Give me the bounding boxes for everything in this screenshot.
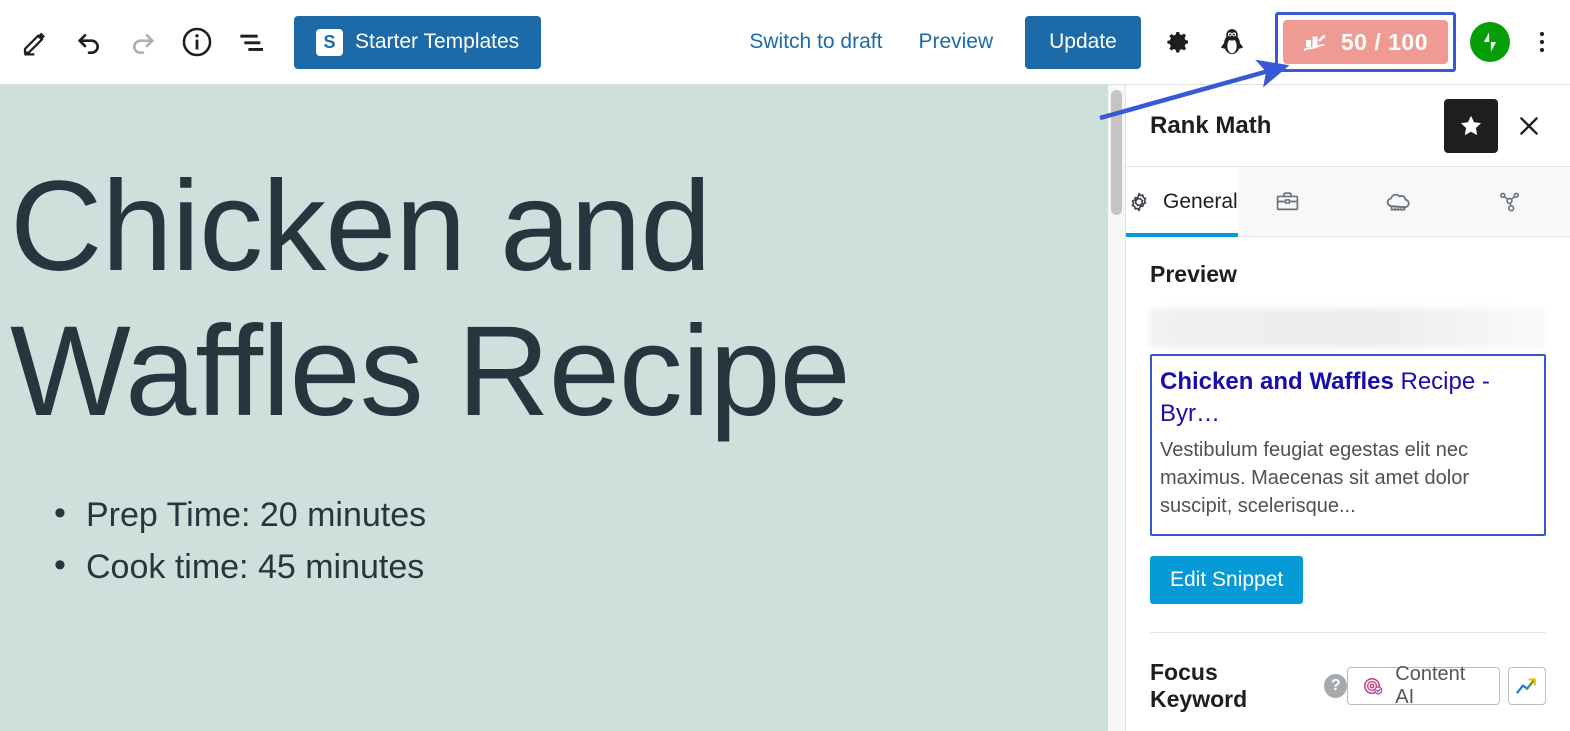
content-ai-label: Content AI — [1395, 663, 1466, 709]
seo-score-highlight-box: 50 / 100 — [1274, 12, 1456, 72]
editor-scrollbar-thumb[interactable] — [1111, 90, 1122, 215]
schema-nodes-icon — [1499, 192, 1519, 212]
close-icon[interactable] — [1504, 101, 1554, 151]
tab-general[interactable]: General — [1126, 167, 1238, 237]
info-icon[interactable] — [170, 15, 224, 69]
post-title[interactable]: Chicken and Waffles Recipe — [0, 155, 1108, 444]
starter-templates-logo-icon: S — [316, 28, 343, 56]
editor-scrollbar[interactable] — [1108, 85, 1125, 731]
switch-to-draft-button[interactable]: Switch to draft — [731, 20, 900, 64]
post-content-canvas[interactable]: Chicken and Waffles Recipe Prep Time: 20… — [0, 85, 1108, 731]
content-ai-button[interactable]: Content AI — [1347, 663, 1500, 708]
penguin-mascot-icon[interactable] — [1205, 15, 1259, 69]
gear-icon — [1131, 192, 1147, 211]
snippet-breadcrumb-placeholder — [1150, 308, 1546, 348]
preview-heading: Preview — [1150, 261, 1237, 287]
toolbar-right-group: Switch to draft Preview Update 50 / 100 — [731, 12, 1570, 72]
toolbar-left-group: S Starter Templates — [0, 15, 542, 69]
undo-icon[interactable] — [62, 15, 116, 69]
trending-up-icon[interactable] — [1507, 667, 1546, 706]
help-icon[interactable]: ? — [1324, 674, 1348, 699]
list-view-icon[interactable] — [224, 15, 278, 69]
tab-schema-nodes[interactable] — [1459, 167, 1570, 236]
briefcase-icon — [1276, 192, 1299, 211]
snippet-title-keyword: Chicken and Waffles — [1160, 368, 1394, 395]
update-button[interactable]: Update — [1025, 15, 1141, 69]
editor-top-toolbar: S Starter Templates Switch to draft Prev… — [0, 0, 1570, 85]
snippet-description: Vestibulum feugiat egestas elit nec maxi… — [1160, 439, 1470, 517]
preview-section: Preview Chicken and Waffles Recipe - Byr… — [1126, 237, 1570, 634]
chef-hat-icon — [1387, 193, 1410, 210]
edit-pencil-icon[interactable] — [8, 15, 62, 69]
seo-bar-chart-icon — [1303, 34, 1326, 51]
list-item[interactable]: Cook time: 45 minutes — [54, 540, 1108, 594]
rank-math-tab-bar: General — [1126, 167, 1570, 237]
tab-recipe-schema[interactable] — [1348, 167, 1459, 236]
starter-templates-button[interactable]: S Starter Templates — [294, 15, 542, 69]
gear-icon[interactable] — [1151, 15, 1205, 69]
rank-math-panel-title: Rank Math — [1150, 111, 1272, 139]
seo-score-value: 50 / 100 — [1340, 28, 1428, 55]
serp-snippet-preview[interactable]: Chicken and Waffles Recipe - Byr… Vestib… — [1150, 354, 1546, 537]
focus-keyword-label: Focus Keyword — [1150, 659, 1248, 713]
focus-keyword-header-row: Focus Keyword ? Content AI — [1126, 633, 1570, 713]
tab-advanced[interactable] — [1238, 167, 1349, 236]
redo-icon — [116, 15, 170, 69]
jetpack-icon[interactable] — [1470, 22, 1510, 62]
kebab-menu-icon[interactable] — [1520, 18, 1564, 66]
preview-button[interactable]: Preview — [900, 20, 1011, 64]
edit-snippet-button[interactable]: Edit Snippet — [1150, 556, 1304, 605]
post-details-list: Prep Time: 20 minutes Cook time: 45 minu… — [0, 488, 1108, 594]
rank-math-sidebar-panel: Rank Math General Preview Chicken and Wa… — [1125, 85, 1570, 731]
rank-math-panel-header: Rank Math — [1126, 85, 1570, 167]
wordpress-block-editor-screen: S Starter Templates Switch to draft Prev… — [0, 0, 1570, 731]
tab-general-label: General — [1163, 189, 1238, 213]
star-icon[interactable] — [1444, 98, 1498, 153]
snippet-title: Chicken and Waffles Recipe - Byr… — [1160, 366, 1536, 429]
starter-templates-label: Starter Templates — [355, 30, 520, 53]
list-item[interactable]: Prep Time: 20 minutes — [54, 488, 1108, 542]
seo-score-badge[interactable]: 50 / 100 — [1282, 20, 1448, 64]
content-ai-target-icon — [1364, 678, 1383, 695]
